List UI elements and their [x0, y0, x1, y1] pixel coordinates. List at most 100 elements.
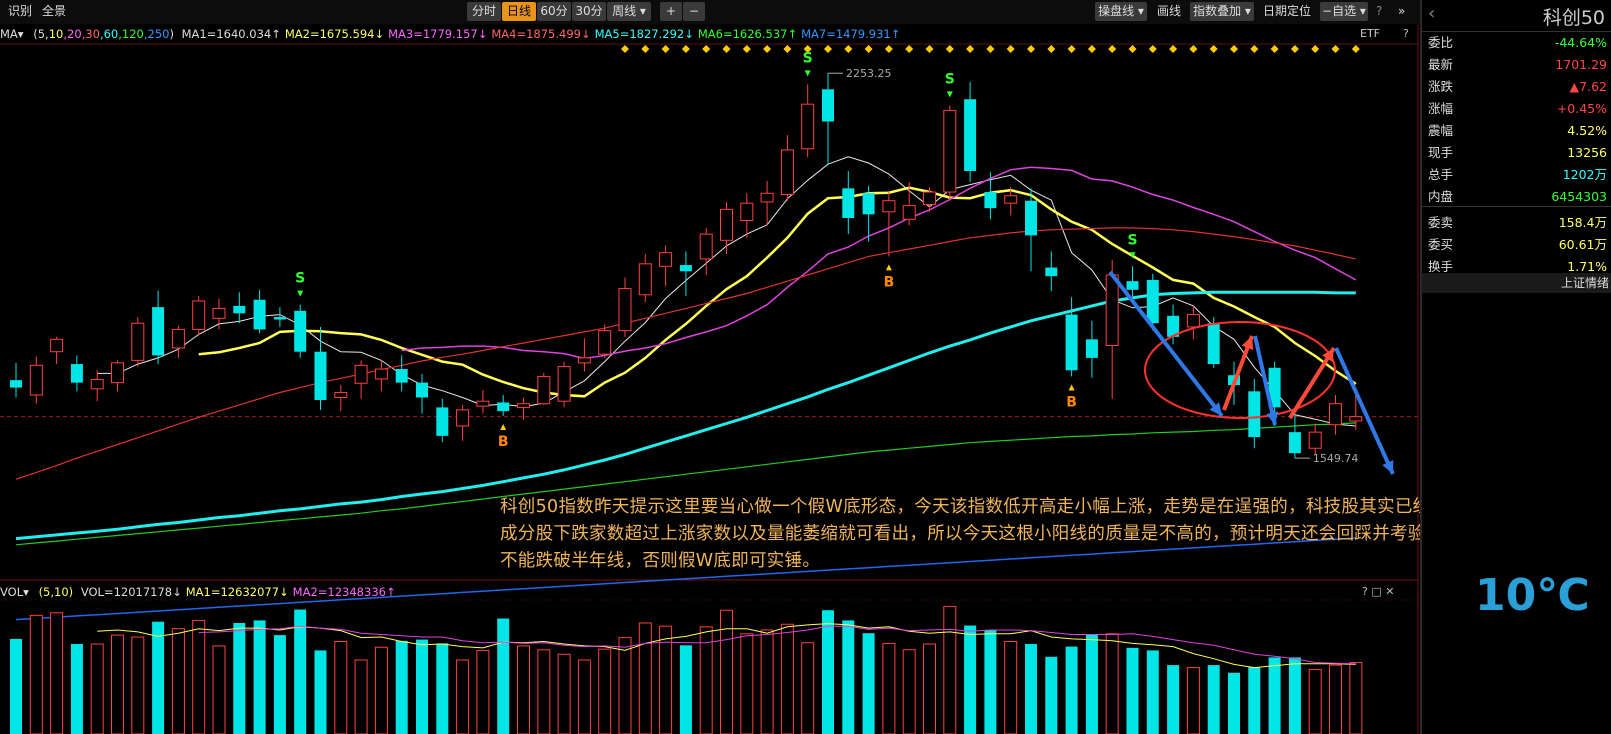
top-marker	[1189, 45, 1198, 53]
candle-body-down	[1065, 314, 1078, 371]
vol-legend: VOL▾ (5,10) VOL=12017178↓ MA1=12632077↓ MA…	[0, 584, 396, 600]
volume-bar-up	[29, 614, 43, 734]
candle-body-down	[233, 305, 246, 314]
candle-body-up	[456, 409, 470, 427]
sell-signal: S	[945, 71, 955, 87]
divider	[1422, 206, 1611, 207]
candle-body-up	[1004, 195, 1018, 204]
candle-body-up	[1329, 403, 1342, 426]
candle-body-down	[314, 351, 327, 400]
quote-row-value: +0.45%	[1556, 101, 1607, 116]
buy-arrow-icon	[500, 424, 507, 431]
volume-bar-down	[395, 640, 408, 734]
candle-body-up	[780, 149, 794, 196]
candle-body-up	[638, 263, 652, 296]
top-marker	[621, 45, 629, 53]
back-chevron-icon[interactable]: ‹	[1428, 3, 1435, 24]
candle-body-up	[374, 368, 388, 380]
volume-bar-up	[557, 653, 571, 734]
candle-body-up	[577, 357, 591, 364]
volume-bar-up	[1105, 633, 1119, 734]
candle-body-down	[1045, 267, 1058, 277]
volume-bar-down	[253, 620, 266, 734]
volume-bar-up	[1308, 669, 1322, 734]
candle-body-down	[253, 299, 266, 330]
candle-body-up	[740, 202, 754, 222]
volume-bar-up	[334, 640, 348, 734]
candle-body-up	[131, 322, 145, 361]
volume-bar-up	[111, 634, 124, 734]
top-marker	[864, 45, 873, 53]
quote-row-label: 内盘	[1428, 189, 1454, 204]
volume-bar-up	[1186, 667, 1200, 734]
candle-body-up	[1186, 314, 1200, 328]
sell-arrow-icon	[946, 91, 953, 98]
top-marker	[1047, 45, 1056, 53]
volume-bar-down	[1085, 634, 1098, 734]
quote-row-label: 现手	[1428, 145, 1454, 160]
quote-row: 现手 13256	[1422, 142, 1611, 164]
quote-row: 内盘 6454303	[1422, 186, 1611, 208]
candle-body-down	[1207, 323, 1220, 365]
candle-body-up	[699, 233, 713, 260]
kline-chart[interactable]: 2253.25 1549.74 S B S B S B S	[0, 0, 1420, 734]
top-marker	[824, 45, 832, 53]
volume-bar-down	[10, 638, 22, 734]
top-marker	[702, 45, 711, 53]
low-label: 1549.74	[1313, 452, 1359, 465]
volume-bar-down	[1045, 656, 1058, 734]
quote-row-label: 最新	[1428, 57, 1454, 72]
volume-bar-up	[517, 645, 530, 734]
vol-menu[interactable]: VOL▾	[0, 585, 29, 599]
vol-params: (5,10)	[38, 585, 74, 599]
volume-bar-up	[598, 648, 612, 734]
quote-row-label: 震幅	[1428, 123, 1454, 138]
top-marker	[722, 45, 731, 53]
candle-body-up	[90, 379, 104, 390]
volume-bar-down	[822, 610, 834, 734]
security-name: 科创50	[1542, 7, 1605, 29]
sell-signal: S	[803, 50, 813, 66]
candle-body-up	[598, 330, 612, 355]
top-marker	[1067, 45, 1076, 53]
candle-body-up	[557, 366, 571, 402]
volume-bar-up	[90, 643, 104, 734]
volume-bar-up	[171, 628, 185, 734]
vol-window-controls[interactable]: ? □ ✕	[1362, 585, 1394, 598]
quote-row-value: ▲7.62	[1569, 79, 1607, 94]
volume-bar-down	[294, 609, 307, 734]
candle-body-down	[395, 369, 408, 383]
volume-bar-down	[862, 633, 875, 734]
candle-body-down	[1025, 200, 1037, 236]
top-marker	[783, 45, 792, 53]
candle-body-up	[192, 300, 206, 330]
top-marker	[1209, 45, 1218, 53]
quote-row-label: 委买	[1428, 237, 1454, 252]
candle-body-up	[50, 338, 64, 353]
volume-bar-down	[314, 650, 327, 734]
volume-bar-up	[740, 633, 754, 734]
candle-body-down	[1126, 281, 1139, 290]
candle-body-up	[720, 208, 733, 241]
candle-body-up	[882, 200, 896, 213]
vol-value: VOL=12017178↓	[80, 585, 182, 599]
top-marker	[1250, 45, 1259, 53]
volume-bar-up	[192, 619, 206, 734]
quote-row-value: 60.61万	[1558, 237, 1607, 252]
candle-body-down	[1288, 432, 1301, 454]
candle-body-up	[537, 375, 551, 405]
quote-row: 涨幅 +0.45%	[1422, 98, 1611, 120]
buy-signal: B	[1066, 394, 1077, 410]
market-sentiment-tab[interactable]: 上证情绪	[1422, 273, 1611, 293]
top-marker	[641, 45, 650, 53]
volume-bar-up	[882, 642, 896, 734]
candle-body-up	[1105, 274, 1119, 347]
volume-bar-down	[1288, 657, 1301, 734]
volume-bar-down	[1207, 665, 1220, 734]
quote-row-value: 1701.29	[1555, 57, 1607, 72]
candle-body-up	[517, 403, 530, 408]
volume-bar-up	[780, 623, 794, 734]
volume-bar-up	[577, 659, 591, 734]
candle-body-down	[862, 193, 875, 215]
volume-bar-down	[152, 621, 165, 734]
